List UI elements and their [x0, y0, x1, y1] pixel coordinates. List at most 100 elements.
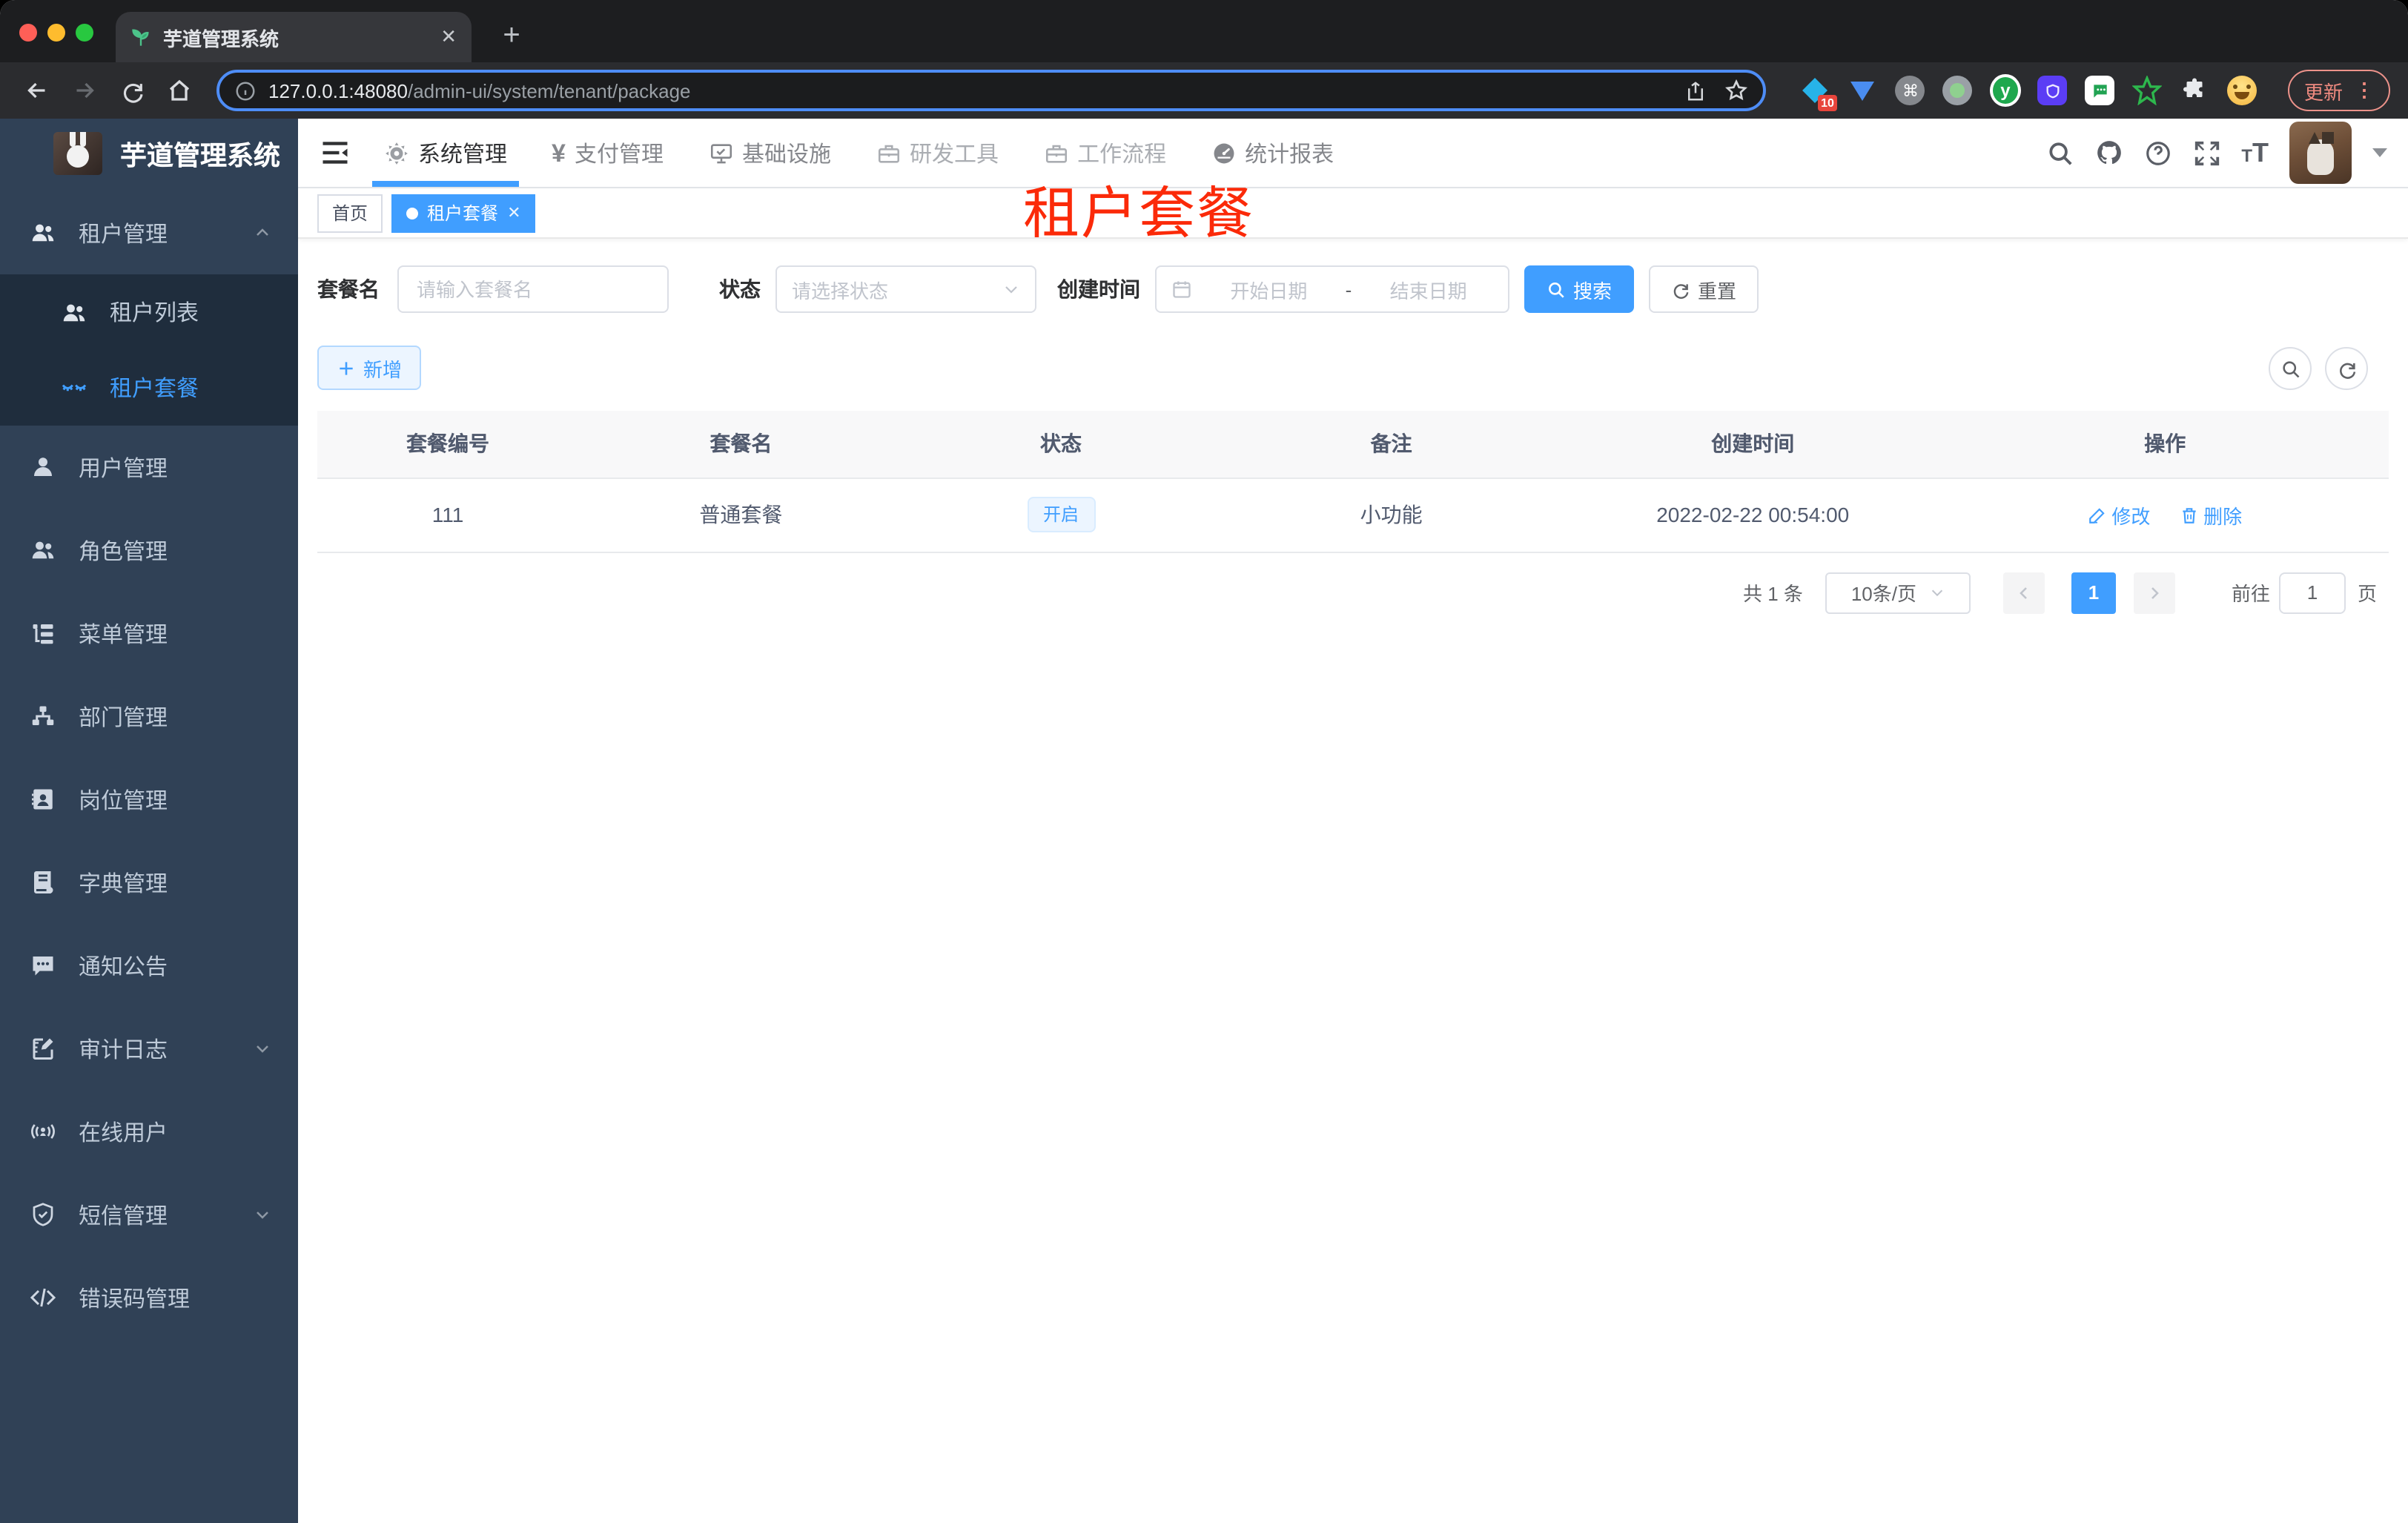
top-nav-label: 系统管理: [418, 142, 508, 167]
create-time-label: 创建时间: [1057, 277, 1140, 301]
back-button[interactable]: [18, 71, 56, 110]
avatar[interactable]: [2289, 122, 2352, 184]
add-button[interactable]: 新增: [317, 346, 422, 390]
help-icon[interactable]: [2143, 139, 2172, 167]
tab-system-management[interactable]: 系统管理: [371, 119, 520, 187]
sidebar-item-tenant-management[interactable]: 租户管理: [0, 191, 298, 274]
tab-infrastructure[interactable]: 基础设施: [708, 119, 831, 187]
bookmark-star-icon[interactable]: [1724, 79, 1748, 102]
log-edit-icon: [33, 1038, 53, 1060]
sidebar-item-tenant-package[interactable]: 租户套餐: [0, 350, 298, 426]
prev-page-button[interactable]: [2002, 572, 2045, 613]
refresh-icon: [1673, 283, 1689, 298]
header-create-time: 创建时间: [1564, 411, 1942, 478]
extension-icon-1[interactable]: 10: [1800, 68, 1837, 113]
reload-button[interactable]: [113, 71, 151, 110]
github-icon[interactable]: [2094, 139, 2123, 167]
extension-icon-9[interactable]: [2180, 68, 2211, 113]
status-select-placeholder: 请选择状态: [792, 280, 889, 302]
id-badge-icon: [32, 789, 53, 810]
status-select[interactable]: 请选择状态: [775, 265, 1036, 313]
sidebar-item-notice[interactable]: 通知公告: [0, 924, 298, 1007]
reset-button[interactable]: 重置: [1649, 265, 1759, 313]
page-size-select[interactable]: 10条/页: [1825, 572, 1971, 613]
sidebar-item-tenant-list[interactable]: 租户列表: [0, 274, 298, 350]
sidebar-item-label: 审计日志: [79, 1037, 168, 1063]
extension-icon-10[interactable]: [2227, 68, 2258, 113]
page-number-1[interactable]: 1: [2071, 572, 2116, 613]
content: 套餐名 状态 请选择状态 创建时间 开始日期 - 结束日期: [298, 239, 2408, 613]
edit-pencil-icon: [2089, 507, 2105, 523]
tab-statistics-report[interactable]: 统计报表: [1211, 119, 1334, 187]
sidebar-item-error-code[interactable]: 错误码管理: [0, 1256, 298, 1339]
close-window-button[interactable]: [19, 24, 37, 42]
sidebar-item-label: 部门管理: [79, 705, 168, 730]
url-host: 127.0.0.1:48080: [268, 79, 408, 102]
cell-actions: 修改 删除: [1941, 478, 2389, 552]
sidebar-item-dept-management[interactable]: 部门管理: [0, 675, 298, 758]
sidebar-item-post-management[interactable]: 岗位管理: [0, 758, 298, 841]
extension-icon-8[interactable]: [2132, 68, 2163, 113]
tab-close-icon[interactable]: ✕: [440, 25, 457, 49]
create-time-range-picker[interactable]: 开始日期 - 结束日期: [1155, 265, 1509, 313]
table-refresh-button[interactable]: [2325, 347, 2368, 390]
extension-icon-6[interactable]: [2037, 68, 2068, 113]
tab-dev-tools[interactable]: 研发工具: [876, 119, 999, 187]
status-label: 状态: [719, 277, 761, 301]
active-dot: [406, 207, 419, 219]
browser-tab[interactable]: 芋道管理系统 ✕: [116, 12, 472, 62]
add-button-label: 新增: [363, 358, 403, 380]
minimize-window-button[interactable]: [47, 24, 65, 42]
tag-tenant-package[interactable]: 租户套餐 ✕: [391, 194, 536, 232]
tag-close-icon[interactable]: ✕: [507, 203, 520, 222]
url-text: 127.0.0.1:48080/admin-ui/system/tenant/p…: [268, 79, 1673, 102]
page-unit-label: 页: [2357, 583, 2377, 605]
maximize-window-button[interactable]: [76, 24, 93, 42]
tab-payment-management[interactable]: ¥ 支付管理: [552, 119, 664, 187]
extension-icon-3[interactable]: ⌘: [1895, 68, 1926, 113]
chrome-update-button[interactable]: 更新 ⋮: [2287, 70, 2390, 111]
package-table: 套餐编号 套餐名 状态 备注 创建时间 操作 111 普通套餐 开启 小功能 2…: [317, 411, 2389, 552]
sidebar-item-online-users[interactable]: 在线用户: [0, 1090, 298, 1173]
tab-workflow[interactable]: 工作流程: [1043, 119, 1166, 187]
browser-menu-icon[interactable]: ⋮: [2355, 79, 2374, 102]
table-search-toggle-button[interactable]: [2269, 347, 2312, 390]
sidebar-logo-row[interactable]: 芋道管理系统: [0, 119, 298, 188]
sidebar-collapse-icon[interactable]: [319, 136, 351, 169]
edit-link[interactable]: 修改: [2088, 500, 2150, 529]
new-tab-button[interactable]: +: [492, 16, 531, 55]
site-info-icon[interactable]: [234, 79, 257, 102]
delete-link-label: 删除: [2203, 505, 2243, 527]
extension-icon-5[interactable]: y: [1989, 68, 2021, 113]
goto-page-input[interactable]: [2278, 572, 2346, 613]
extension-icon-7[interactable]: [2085, 68, 2116, 113]
sidebar-item-label: 错误码管理: [79, 1286, 191, 1312]
search-button[interactable]: 搜索: [1524, 265, 1635, 313]
extension-icon-4[interactable]: [1942, 68, 1974, 113]
share-icon[interactable]: [1684, 79, 1707, 102]
tab-title: 芋道管理系统: [163, 27, 280, 50]
message-icon: [33, 957, 53, 976]
sidebar-item-audit-log[interactable]: 审计日志: [0, 1007, 298, 1090]
fullscreen-icon[interactable]: [2192, 139, 2220, 167]
sidebar-item-menu-management[interactable]: 菜单管理: [0, 592, 298, 675]
sidebar-item-user-management[interactable]: 用户管理: [0, 426, 298, 509]
sidebar-item-dict-management[interactable]: 字典管理: [0, 841, 298, 924]
font-size-icon[interactable]: TT: [2241, 139, 2269, 166]
next-page-button[interactable]: [2133, 572, 2175, 613]
forward-button[interactable]: [65, 71, 104, 110]
extension-icon-2[interactable]: [1848, 68, 1879, 113]
sidebar-item-role-management[interactable]: 角色管理: [0, 509, 298, 592]
avatar-caret-icon[interactable]: [2372, 148, 2387, 157]
delete-link[interactable]: 删除: [2180, 500, 2242, 529]
sidebar-item-label: 在线用户: [79, 1120, 168, 1146]
url-bar[interactable]: 127.0.0.1:48080/admin-ui/system/tenant/p…: [216, 70, 1766, 111]
home-button[interactable]: [160, 71, 199, 110]
table-row: 111 普通套餐 开启 小功能 2022-02-22 00:54:00 修改 删…: [317, 478, 2389, 552]
browser-tabstrip: 芋道管理系统 ✕ +: [0, 0, 2408, 62]
package-name-input[interactable]: [397, 265, 669, 313]
tag-home[interactable]: 首页: [317, 194, 383, 232]
sidebar-item-sms-management[interactable]: 短信管理: [0, 1173, 298, 1256]
search-icon[interactable]: [2045, 139, 2074, 167]
chevron-up-icon: [254, 224, 271, 242]
